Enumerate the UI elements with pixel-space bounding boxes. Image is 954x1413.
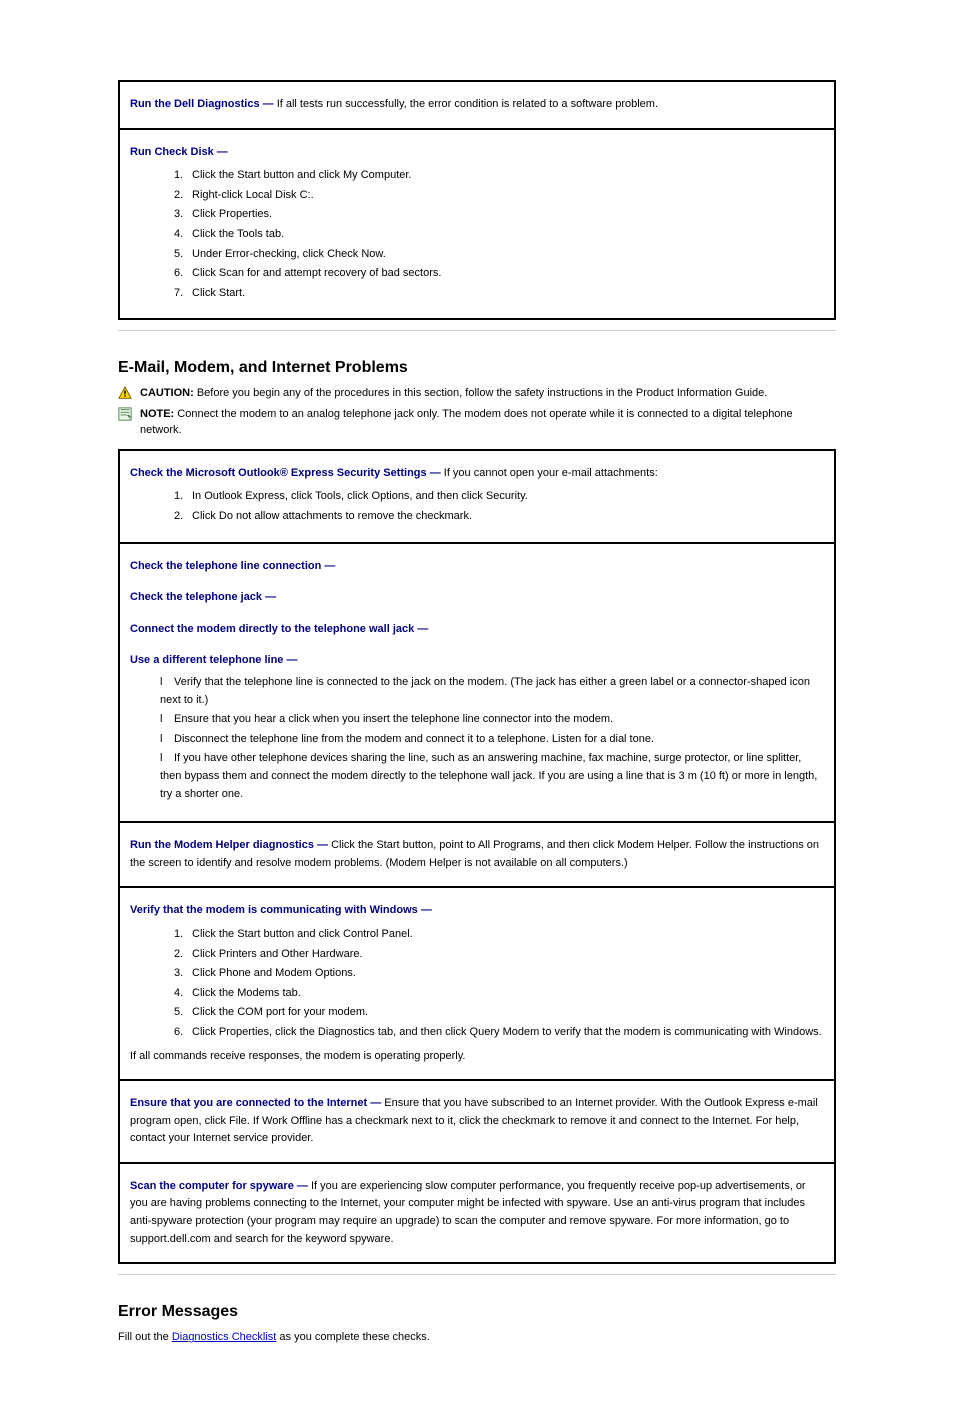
step: 3.Click Properties. [160,206,824,224]
error-messages-intro: Fill out the Diagnostics Checklist as yo… [118,1329,836,1347]
step: 6.Click Properties, click the Diagnostic… [160,1024,824,1042]
step: 6.Click Scan for and attempt recovery of… [160,265,824,283]
phone-line-bullets: lVerify that the telephone line is conne… [160,674,824,803]
lead-check-jack: Check the telephone jack — [130,591,276,603]
troubleshooting-table-modem: Check the Microsoft Outlook® Express Sec… [118,449,836,1264]
note-body: Connect the modem to an analog telephone… [140,408,793,437]
section-divider [118,330,836,331]
outlook-steps: 1.In Outlook Express, click Tools, click… [160,488,824,525]
lead-outlook-security-pre: Check the Microsoft Outlook [130,467,280,479]
lead-internet-connected: Ensure that you are connected to the Int… [130,1097,381,1109]
step: 5.Under Error-checking, click Check Now. [160,246,824,264]
lead-run-diagnostics: Run the Dell Diagnostics — [130,98,274,110]
note-icon [118,407,132,421]
section-divider [118,1274,836,1275]
intro-pre: Fill out the [118,1331,172,1343]
lead-different-line: Use a different telephone line — [130,654,297,666]
bullet: lEnsure that you hear a click when you i… [160,711,824,729]
document-page: Run the Dell Diagnostics — If all tests … [0,0,954,1413]
intro-post: as you complete these checks. [276,1331,429,1343]
row-modem-windows: Verify that the modem is communicating w… [120,888,834,1081]
modem-windows-tail: If all commands receive responses, the m… [130,1048,824,1066]
lead-spyware: Scan the computer for spyware — [130,1180,308,1192]
row-internet-connected: Ensure that you are connected to the Int… [120,1081,834,1164]
lead-modem-windows: Verify that the modem is communicating w… [130,904,432,916]
heading-email-modem-internet: E-Mail, Modem, and Internet Problems [118,359,836,377]
caution-icon [118,386,132,400]
lead-outlook-security-post: Express Security Settings — [288,467,441,479]
caution-line: CAUTION: Before you begin any of the pro… [118,385,836,402]
lead-check-disk: Run Check Disk — [130,146,228,158]
check-disk-steps: 1.Click the Start button and click My Co… [160,167,824,302]
row-run-dell-diagnostics: Run the Dell Diagnostics — If all tests … [120,82,834,130]
step: 3.Click Phone and Modem Options. [160,965,824,983]
step: 1.In Outlook Express, click Tools, click… [160,488,824,506]
lead-connect-modem: Connect the modem directly to the teleph… [130,623,428,635]
caution-label: CAUTION: [140,387,197,399]
lead-check-line: Check the telephone line connection — [130,560,335,572]
note-line: NOTE: Connect the modem to an analog tel… [118,406,836,439]
row-phone-line-checks: Check the telephone line connection — Ch… [120,544,834,824]
step: 1.Click the Start button and click Contr… [160,926,824,944]
step: 4.Click the Tools tab. [160,226,824,244]
step: 2.Click Printers and Other Hardware. [160,946,824,964]
step: 1.Click the Start button and click My Co… [160,167,824,185]
bullet: lDisconnect the telephone line from the … [160,731,824,749]
bullet: lVerify that the telephone line is conne… [160,674,824,709]
troubleshooting-table-drives: Run the Dell Diagnostics — If all tests … [118,80,836,320]
row-spyware: Scan the computer for spyware — If you a… [120,1164,834,1264]
step: 2.Right-click Local Disk C:. [160,187,824,205]
lead-modem-helper: Run the Modem Helper diagnostics — [130,839,328,851]
row-run-check-disk: Run Check Disk — 1.Click the Start butto… [120,130,834,321]
heading-error-messages: Error Messages [118,1303,836,1321]
diagnostics-checklist-link[interactable]: Diagnostics Checklist [172,1331,277,1343]
step: 5.Click the COM port for your modem. [160,1004,824,1022]
body-outlook-security: If you cannot open your e-mail attachmen… [444,467,658,479]
modem-windows-steps: 1.Click the Start button and click Contr… [160,926,824,1042]
step: 7.Click Start. [160,285,824,303]
bullet: lIf you have other telephone devices sha… [160,750,824,803]
body-run-diagnostics: If all tests run successfully, the error… [277,98,658,110]
row-modem-helper: Run the Modem Helper diagnostics — Click… [120,823,834,888]
step: 2.Click Do not allow attachments to remo… [160,508,824,526]
note-label: NOTE: [140,408,177,420]
registered-icon: ® [280,467,288,479]
step: 4.Click the Modems tab. [160,985,824,1003]
row-outlook-security: Check the Microsoft Outlook® Express Sec… [120,451,834,544]
caution-body: Before you begin any of the procedures i… [197,387,768,399]
